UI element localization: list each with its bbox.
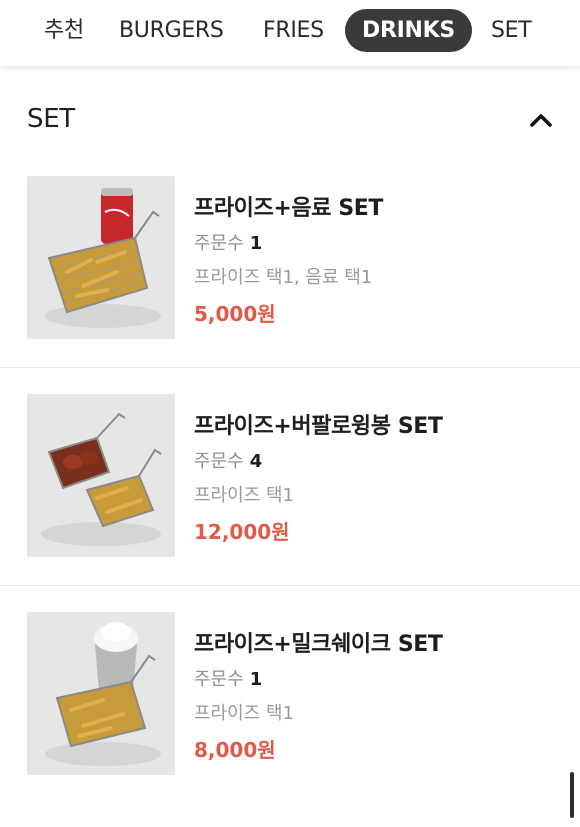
order-count: 주문수 1 [194, 229, 262, 255]
order-count-value: 1 [249, 669, 263, 690]
section-title: SET [27, 104, 75, 134]
tab-drinks[interactable]: DRINKS [345, 9, 472, 52]
fries-and-milkshake-photo [27, 612, 175, 775]
list-item[interactable]: 프라이즈+버팔로윙봉 SET 주문수 4 프라이즈 택1 12,000원 [0, 368, 580, 587]
item-price: 5,000원 [194, 302, 276, 326]
item-name: 프라이즈+버팔로윙봉 SET [194, 414, 443, 439]
item-options: 프라이즈 택1 [194, 703, 294, 724]
order-count: 주문수 4 [194, 447, 262, 473]
item-price: 8,000원 [194, 738, 276, 762]
fries-and-cola-photo [27, 176, 175, 339]
item-price: 12,000원 [194, 520, 290, 544]
item-name: 프라이즈+음료 SET [194, 196, 384, 221]
tab-fries[interactable]: FRIES [263, 9, 324, 52]
order-count-label: 주문수 [194, 451, 244, 472]
order-count-label: 주문수 [194, 669, 244, 690]
chevron-up-icon[interactable] [525, 104, 557, 136]
order-count-label: 주문수 [194, 233, 244, 254]
order-count-value: 1 [249, 233, 263, 254]
item-name: 프라이즈+밀크쉐이크 SET [194, 632, 443, 657]
tab-recommended[interactable]: 추천 [44, 9, 84, 52]
list-item[interactable]: 프라이즈+밀크쉐이크 SET 주문수 1 프라이즈 택1 8,000원 [0, 586, 580, 805]
fries-and-wings-photo [27, 394, 175, 557]
tab-set[interactable]: SET [491, 9, 532, 52]
category-tab-bar: 추천 BURGERS FRIES DRINKS SET [0, 0, 580, 66]
tab-burgers[interactable]: BURGERS [119, 9, 224, 52]
order-count: 주문수 1 [194, 665, 262, 691]
section-header[interactable]: SET [0, 88, 580, 150]
list-item[interactable]: 프라이즈+음료 SET 주문수 1 프라이즈 택1, 음료 택1 5,000원 [0, 150, 580, 369]
item-options: 프라이즈 택1 [194, 485, 294, 506]
item-options: 프라이즈 택1, 음료 택1 [194, 267, 373, 288]
order-count-value: 4 [249, 451, 263, 472]
scrollbar[interactable] [570, 772, 574, 818]
